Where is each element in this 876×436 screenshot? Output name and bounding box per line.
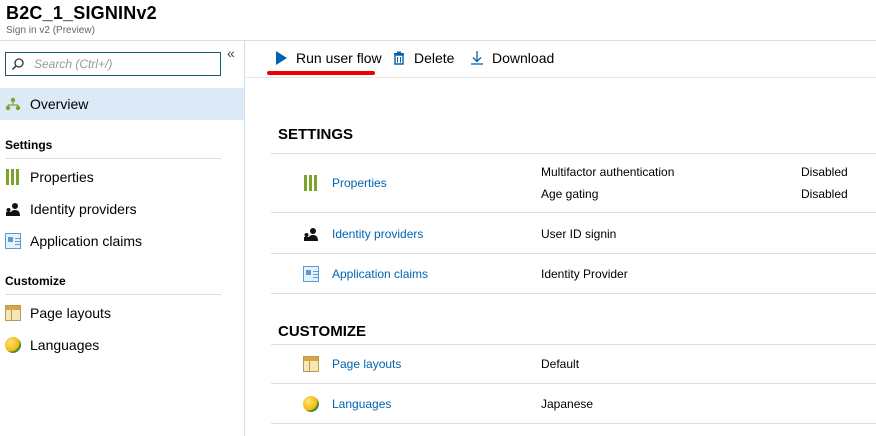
multifactor-auth-status: Disabled <box>801 165 848 179</box>
sidebar-item-label: Properties <box>30 169 94 185</box>
sidebar-item-label: Page layouts <box>30 305 111 321</box>
age-gating-label: Age gating <box>541 187 599 201</box>
identity-providers-link[interactable]: Identity providers <box>332 227 423 241</box>
application-claims-icon <box>5 233 21 249</box>
search-input[interactable] <box>34 55 216 73</box>
download-label: Download <box>492 50 555 66</box>
collapse-sidebar-button[interactable]: « <box>227 45 235 61</box>
page-layouts-link[interactable]: Page layouts <box>332 357 401 371</box>
sidebar-item-page-layouts[interactable]: Page layouts <box>0 297 244 329</box>
properties-icon <box>5 169 21 185</box>
overview-icon <box>5 96 21 112</box>
identity-providers-icon <box>303 226 319 242</box>
identity-providers-value: User ID signin <box>541 227 617 241</box>
divider <box>271 253 876 254</box>
highlight-underline <box>267 71 375 75</box>
sidebar-item-languages[interactable]: Languages <box>0 329 244 361</box>
play-icon <box>274 51 288 65</box>
download-icon <box>470 51 484 65</box>
search-icon <box>11 57 25 71</box>
page-layouts-icon <box>5 305 21 321</box>
divider <box>5 158 221 159</box>
sidebar-item-identity-providers[interactable]: Identity providers <box>0 193 244 225</box>
application-claims-link[interactable]: Application claims <box>332 267 428 281</box>
divider <box>271 423 876 424</box>
blade-header: B2C_1_SIGNINv2 Sign in v2 (Preview) <box>0 0 876 41</box>
sidebar-section-settings: Settings <box>5 138 53 152</box>
application-claims-value: Identity Provider <box>541 267 628 281</box>
divider <box>271 153 876 154</box>
age-gating-status: Disabled <box>801 187 848 201</box>
delete-button[interactable]: Delete <box>392 50 454 66</box>
languages-icon <box>5 337 21 353</box>
languages-value: Japanese <box>541 397 594 411</box>
divider <box>271 344 876 345</box>
settings-heading: SETTINGS <box>278 126 354 143</box>
sidebar-item-label: Application claims <box>30 233 143 249</box>
page-layouts-icon <box>303 356 319 372</box>
delete-label: Delete <box>414 50 455 66</box>
sidebar-item-label: Identity providers <box>30 201 137 217</box>
page-layouts-value: Default <box>541 357 580 371</box>
search-box[interactable] <box>5 52 221 76</box>
run-user-flow-label: Run user flow <box>296 50 382 66</box>
download-button[interactable]: Download <box>470 50 554 66</box>
languages-icon <box>303 396 319 412</box>
multifactor-auth-label: Multifactor authentication <box>541 165 675 179</box>
sidebar-section-customize: Customize <box>5 274 66 288</box>
divider <box>271 383 876 384</box>
divider <box>271 293 876 294</box>
application-claims-icon <box>303 266 319 282</box>
sidebar-item-properties[interactable]: Properties <box>0 161 244 193</box>
page-title: B2C_1_SIGNINv2 <box>6 3 157 23</box>
sidebar: « Overview Settings Properties Identity … <box>0 41 245 436</box>
divider <box>271 212 876 213</box>
customize-heading: CUSTOMIZE <box>278 323 367 340</box>
identity-providers-icon <box>5 201 21 217</box>
sidebar-item-label: Overview <box>30 96 89 112</box>
sidebar-item-application-claims[interactable]: Application claims <box>0 225 244 257</box>
properties-link[interactable]: Properties <box>332 176 387 190</box>
trash-icon <box>392 51 406 65</box>
properties-icon <box>303 175 319 191</box>
divider <box>246 77 876 78</box>
sidebar-item-label: Languages <box>30 337 100 353</box>
page-subtitle: Sign in v2 (Preview) <box>6 25 95 36</box>
languages-link[interactable]: Languages <box>332 397 391 411</box>
divider <box>5 294 221 295</box>
sidebar-item-overview[interactable]: Overview <box>0 88 244 120</box>
run-user-flow-button[interactable]: Run user flow <box>274 50 382 66</box>
